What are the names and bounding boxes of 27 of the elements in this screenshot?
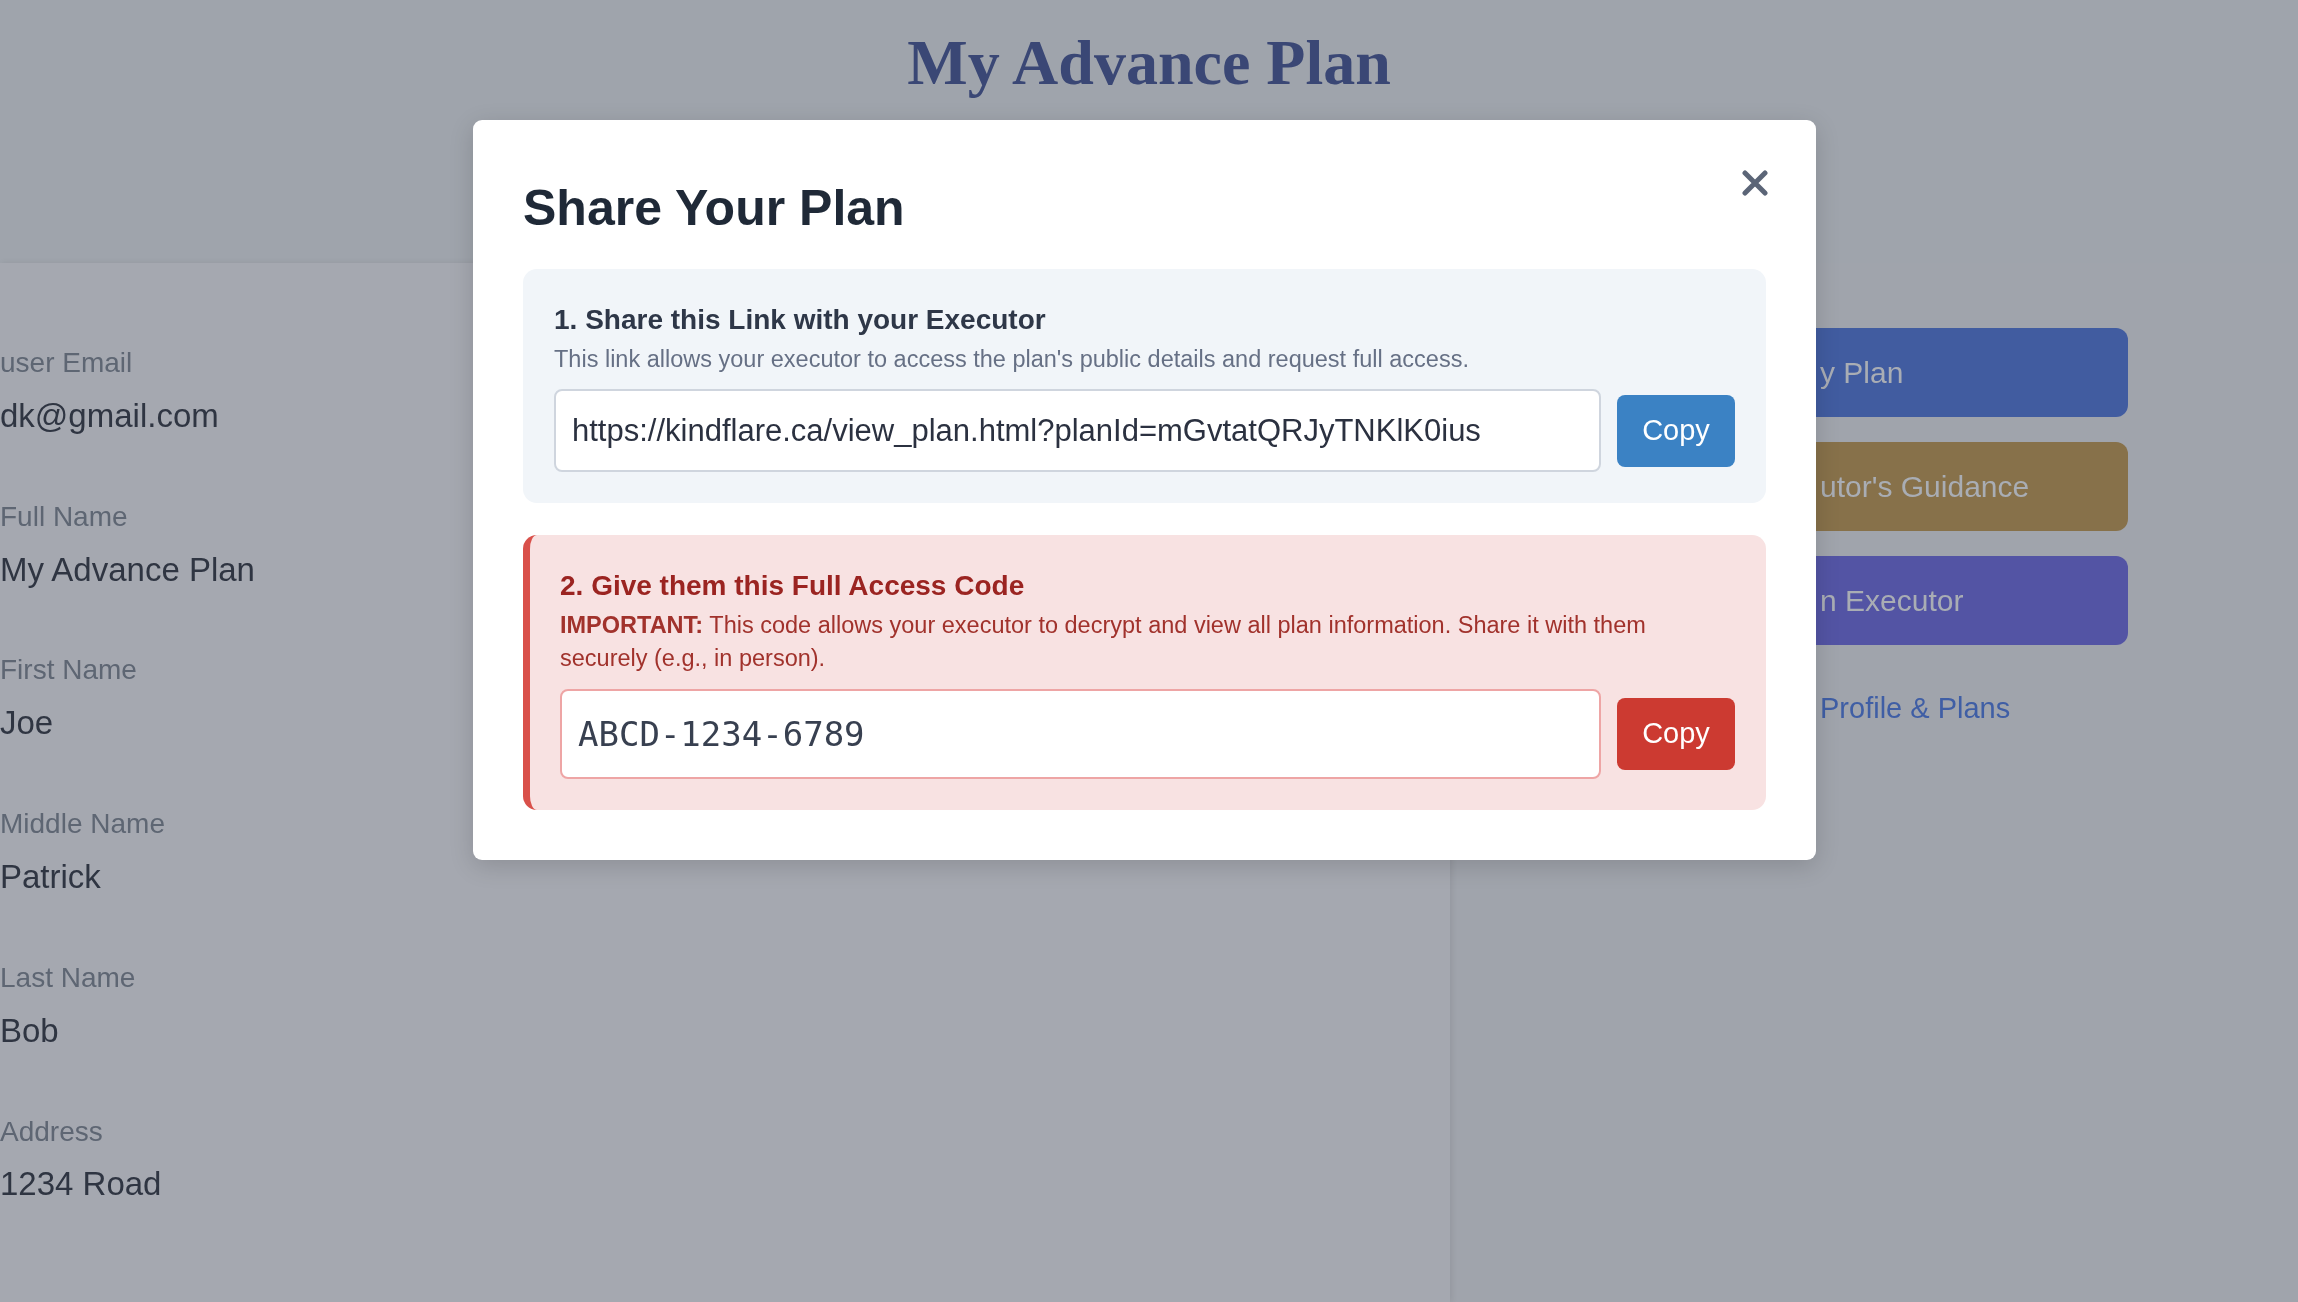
- dialog-title: Share Your Plan: [523, 179, 905, 238]
- share-link-field[interactable]: https://kindflare.ca/view_plan.html?planId=mGvtatQRJyTNKlK0ius: [554, 389, 1601, 473]
- action-button[interactable]: utor's Guidance: [1816, 442, 2128, 531]
- action-button[interactable]: n Executor: [1816, 556, 2128, 645]
- field-value: Patrick: [0, 858, 101, 896]
- field-value: Bob: [0, 1011, 59, 1050]
- section-heading: 1. Share this Link with your Executor: [554, 303, 1047, 337]
- field-label: First Name: [0, 655, 137, 687]
- field-label: user Email: [0, 348, 133, 379]
- page-title: My Advance Plan: [907, 28, 1391, 99]
- close-icon[interactable]: [1742, 170, 1768, 196]
- field-label: Full Name: [0, 501, 128, 533]
- section-description: IMPORTANT: This code allows your executor to decrypt and view all plan information. Share it with them securely (e.g., in person).: [560, 611, 1647, 673]
- field-label: Last Name: [0, 962, 136, 994]
- field-value: Joe: [0, 704, 54, 743]
- copy-button[interactable]: Copy: [1617, 395, 1735, 467]
- field-label: Middle Name: [0, 809, 165, 840]
- field-value: My Advance Plan: [0, 550, 255, 589]
- field-label: Address: [0, 1116, 103, 1148]
- field-value: 1234 Road: [0, 1165, 162, 1204]
- section-description: This link allows your executor to access the plan's public details and request full access.: [554, 344, 1470, 374]
- section-heading: 2. Give them this Full Access Code: [560, 569, 1026, 604]
- profile-link[interactable]: Profile & Plans: [1816, 692, 2128, 725]
- access-code-field[interactable]: ABCD-1234-6789: [560, 688, 1601, 779]
- action-button[interactable]: y Plan: [1816, 328, 2128, 417]
- copy-button[interactable]: Copy: [1617, 697, 1735, 770]
- field-value: dk@gmail.com: [0, 396, 219, 435]
